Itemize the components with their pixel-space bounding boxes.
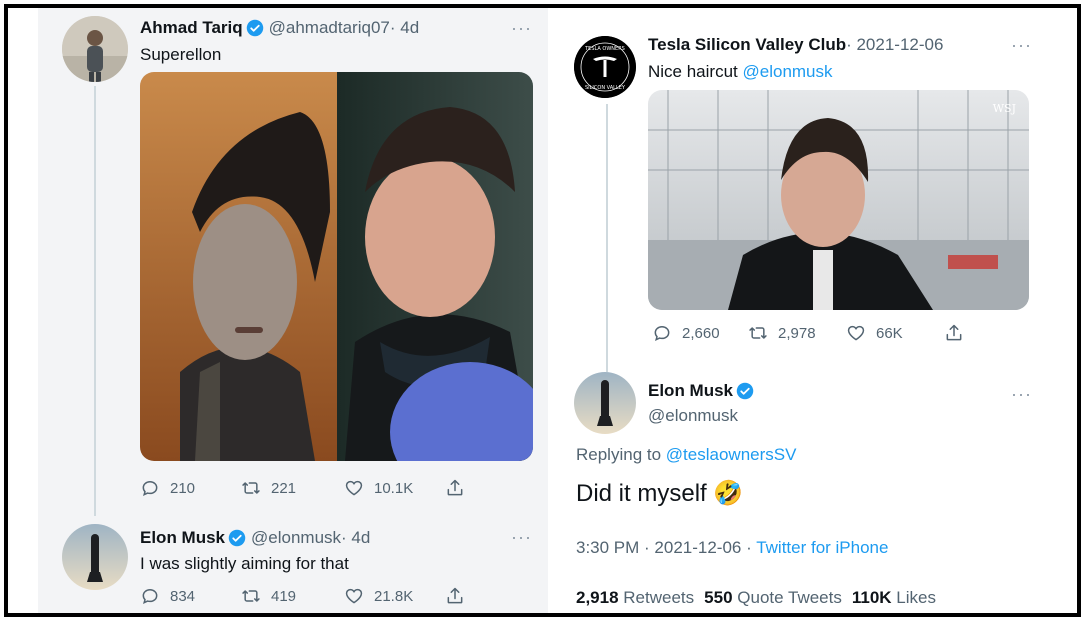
thread-line [94,86,96,516]
quotes-stat[interactable]: 550 Quote Tweets [704,588,842,608]
heart-icon [847,325,865,341]
reply-icon [142,588,158,605]
reply-button[interactable]: 2,660 [652,323,720,343]
author-handle[interactable]: @elonmusk [251,528,341,548]
quotes-stat-count: 550 [704,588,733,607]
media-watermark: WSJ [993,102,1016,115]
retweet-button[interactable]: 221 [241,478,296,498]
share-button[interactable] [445,586,465,606]
retweet-button[interactable]: 419 [241,586,296,606]
tweet-time[interactable]: · 4d [390,18,419,38]
reply-button[interactable]: 210 [140,478,195,498]
starship-avatar-icon [62,524,128,590]
engagement-stats: 2,918 Retweets 550 Quote Tweets 110K Lik… [576,588,936,608]
like-count: 21.8K [374,587,414,605]
replying-to: Replying to @teslaownersSV [576,445,796,465]
verified-badge-icon [246,19,263,37]
avatar-text-bottom: SILICON VALLEY [585,85,626,91]
more-options-icon[interactable]: ··· [1011,35,1032,56]
share-button[interactable] [944,323,964,343]
retweet-count: 419 [271,587,297,605]
rofl-emoji: 🤣 [713,480,744,507]
retweets-stat[interactable]: 2,918 Retweets [576,588,694,608]
mention-link[interactable]: @elonmusk [743,62,833,81]
tweet-text: I was slightly aiming for that [140,554,349,573]
retweets-stat-label: Retweets [623,588,695,607]
retweet-count: 2,978 [778,324,816,342]
tweet-text-body: Nice haircut [648,62,738,81]
author-name[interactable]: Elon Musk [648,381,733,401]
more-options-icon[interactable]: ··· [511,527,532,548]
like-button[interactable]: 10.1K [344,478,413,498]
share-button[interactable] [445,478,465,498]
author-name[interactable]: Tesla Silicon Valley Club [648,35,846,55]
tweet-time[interactable]: · 2021-12-06 [846,35,943,55]
author-handle[interactable]: @elonmusk [648,406,738,426]
more-options-icon[interactable]: ··· [511,18,532,39]
reply-count: 210 [170,479,196,497]
reply-button[interactable]: 834 [140,586,195,606]
starship-avatar-icon [574,372,636,434]
share-icon [447,479,463,496]
likes-stat-count: 110K [851,588,892,607]
main-tweet-body: Did it myself [576,480,707,507]
share-icon [946,324,962,341]
reply-icon [654,325,670,342]
like-button[interactable]: 21.8K [344,586,413,606]
likes-stat-label: Likes [896,588,936,607]
tweet-media[interactable] [140,72,533,461]
reply-count: 2,660 [682,324,720,342]
retweet-count: 221 [271,479,297,497]
screenshot-frame: Ahmad Tariq @ahmadtariq07 · 4d ··· Super… [4,4,1081,617]
avatar-text-top: TESLA OWNERS [584,46,625,52]
retweet-button[interactable]: 2,978 [748,323,816,343]
tweet-text: Nice haircut @elonmusk [648,62,833,82]
share-icon [447,587,463,604]
replying-mention-link[interactable]: @teslaownersSV [666,445,797,464]
avatar[interactable] [574,372,636,434]
reply-icon [142,480,158,497]
avatar[interactable]: TESLA OWNERS SILICON VALLEY [574,36,636,98]
meme-image [140,72,533,461]
tesla-owners-logo: TESLA OWNERS SILICON VALLEY [574,36,636,98]
quotes-stat-label: Quote Tweets [737,588,842,607]
left-thread-panel: Ahmad Tariq @ahmadtariq07 · 4d ··· Super… [38,8,548,613]
like-count: 66K [876,324,903,342]
thread-line [606,104,608,372]
retweet-icon [242,482,260,494]
reply-count: 834 [170,587,196,605]
avatar[interactable] [62,16,128,82]
like-count: 10.1K [374,479,414,497]
video-still-image: WSJ [648,90,1029,310]
verified-badge-icon [736,382,754,400]
tweet-timestamp[interactable]: 3:30 PM · 2021-12-06 · [576,538,752,557]
retweet-icon [749,327,767,339]
author-name[interactable]: Ahmad Tariq [140,18,243,38]
tweet-time[interactable]: · 4d [341,528,370,548]
heart-icon [345,588,363,604]
tweet-media[interactable]: WSJ [648,90,1029,310]
retweet-icon [242,590,260,602]
main-tweet-text: Did it myself 🤣 [576,479,743,508]
tweet-text: Superellon [140,45,222,64]
verified-badge-icon [228,529,246,547]
likes-stat[interactable]: 110K Likes [852,588,936,608]
author-name[interactable]: Elon Musk [140,528,225,548]
retweets-stat-count: 2,918 [576,588,619,607]
more-options-icon[interactable]: ··· [1011,384,1032,405]
avatar[interactable] [62,524,128,590]
heart-icon [345,480,363,496]
tweet-timestamp-line: 3:30 PM · 2021-12-06 · Twitter for iPhon… [576,538,888,558]
replying-label: Replying to [576,445,662,464]
like-button[interactable]: 66K [846,323,903,343]
person-avatar-icon [62,16,128,82]
tweet-source-link[interactable]: Twitter for iPhone [756,538,888,557]
author-handle[interactable]: @ahmadtariq07 [269,18,390,38]
